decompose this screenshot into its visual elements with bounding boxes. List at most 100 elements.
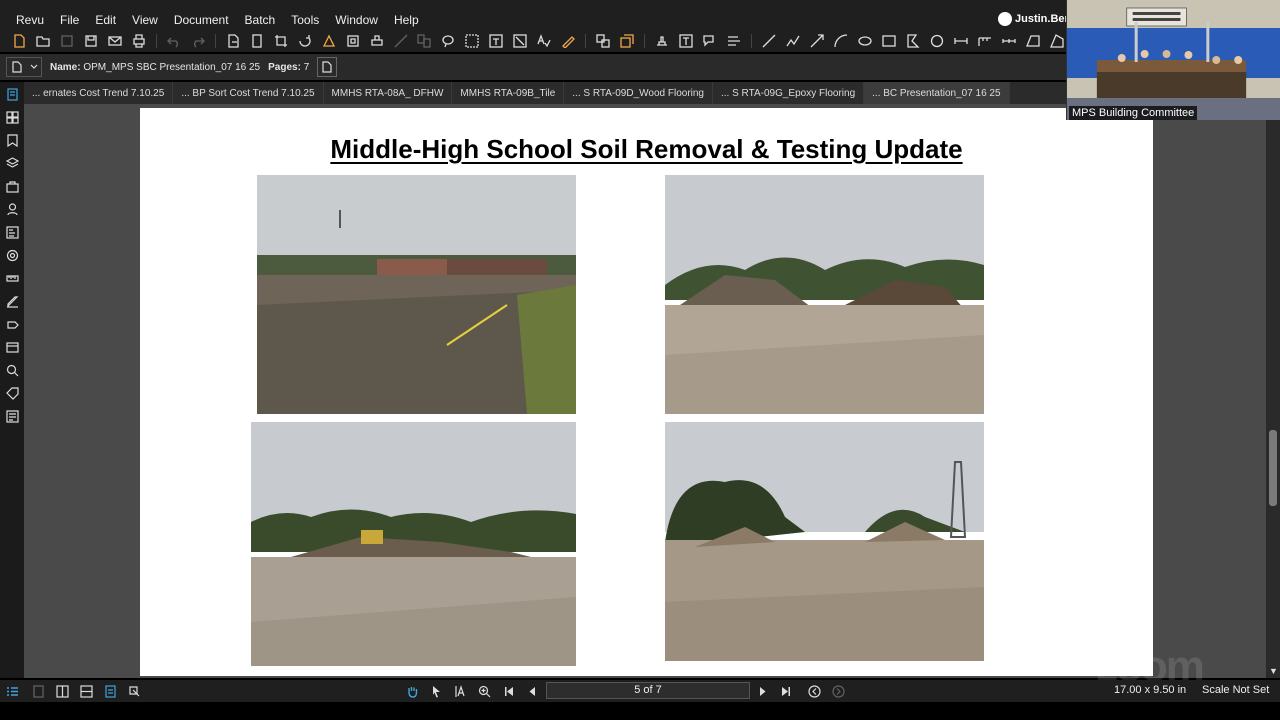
tab-alternates-cost-trend[interactable]: ... ernates Cost Trend 7.10.25	[24, 82, 174, 104]
continuous-icon[interactable]	[76, 682, 96, 700]
snapshot-icon[interactable]	[392, 32, 410, 50]
page-number-input[interactable]: 5 of 7	[546, 682, 750, 699]
save-icon[interactable]	[58, 32, 76, 50]
settings-icon[interactable]	[4, 247, 20, 264]
pan-tool-icon[interactable]	[402, 682, 422, 700]
tool-chest-icon[interactable]	[4, 178, 20, 195]
ellipse-icon[interactable]	[856, 32, 874, 50]
select-text-icon[interactable]	[487, 32, 505, 50]
arrow-icon[interactable]	[808, 32, 826, 50]
arc-icon[interactable]	[832, 32, 850, 50]
highlight-icon[interactable]	[559, 32, 577, 50]
compare-icon[interactable]	[416, 32, 434, 50]
markup-icon[interactable]	[320, 32, 338, 50]
line-icon[interactable]	[760, 32, 778, 50]
scroll-down-icon[interactable]: ▼	[1269, 666, 1278, 676]
stamp-tool-icon[interactable]	[653, 32, 671, 50]
zoom-tool-icon[interactable]	[474, 682, 494, 700]
forms-icon[interactable]	[4, 224, 20, 241]
menu-revu[interactable]: Revu	[8, 13, 52, 30]
crop-icon[interactable]	[272, 32, 290, 50]
print-icon[interactable]	[130, 32, 148, 50]
previous-page-icon[interactable]	[522, 682, 542, 700]
document-properties-button[interactable]	[317, 57, 338, 77]
rotate-icon[interactable]	[296, 32, 314, 50]
two-page-icon[interactable]	[52, 682, 72, 700]
menu-batch[interactable]: Batch	[237, 13, 284, 30]
layers-icon[interactable]	[4, 155, 20, 172]
tab-sbc-presentation[interactable]: ... BC Presentation_07 16 25	[864, 82, 1010, 104]
open-folder-icon[interactable]	[34, 32, 52, 50]
tab-rta-09g[interactable]: ... S RTA-09G_Epoxy Flooring	[713, 82, 865, 104]
properties-icon[interactable]	[4, 201, 20, 218]
search-icon[interactable]	[4, 362, 20, 379]
scrollbar-thumb[interactable]	[1269, 430, 1277, 506]
rectangle-icon[interactable]	[880, 32, 898, 50]
area-icon[interactable]	[1024, 32, 1042, 50]
polyline-icon[interactable]	[784, 32, 802, 50]
thumbnails-icon[interactable]	[4, 86, 20, 103]
text-box-icon[interactable]	[677, 32, 695, 50]
measure-icon[interactable]	[976, 32, 994, 50]
user-account[interactable]: Justin.Bern	[998, 12, 1076, 26]
page-icon[interactable]	[248, 32, 266, 50]
flatten-icon[interactable]	[344, 32, 362, 50]
email-icon[interactable]	[106, 32, 124, 50]
measurements-icon[interactable]	[4, 270, 20, 287]
perimeter-icon[interactable]	[1000, 32, 1018, 50]
save-as-icon[interactable]	[82, 32, 100, 50]
next-view-icon[interactable]	[828, 682, 848, 700]
callout-icon[interactable]	[701, 32, 719, 50]
document-menu-button[interactable]	[6, 57, 42, 77]
document-viewport[interactable]: Middle-High School Soil Removal & Testin…	[24, 104, 1266, 678]
sets-icon[interactable]	[4, 339, 20, 356]
redo-icon[interactable]	[189, 32, 207, 50]
bookmarks-icon[interactable]	[4, 132, 20, 149]
vertical-scrollbar[interactable]: ▼	[1266, 104, 1280, 678]
menu-window[interactable]: Window	[327, 13, 386, 30]
menu-help[interactable]: Help	[386, 13, 427, 30]
menu-file[interactable]: File	[52, 13, 87, 30]
select-tool-icon[interactable]	[426, 682, 446, 700]
links-icon[interactable]	[4, 316, 20, 333]
list-icon[interactable]	[2, 682, 22, 700]
undo-icon[interactable]	[165, 32, 183, 50]
next-page-icon[interactable]	[752, 682, 772, 700]
erase-content-icon[interactable]	[511, 32, 529, 50]
menu-tools[interactable]: Tools	[283, 13, 327, 30]
first-page-icon[interactable]	[498, 682, 518, 700]
volume-icon[interactable]	[1048, 32, 1066, 50]
grid-icon[interactable]	[4, 109, 20, 126]
export-icon[interactable]	[224, 32, 242, 50]
markups-list-icon[interactable]	[4, 408, 20, 425]
participant-video[interactable]	[1066, 0, 1280, 120]
menu-document[interactable]: Document	[166, 13, 237, 30]
sync-view-icon[interactable]	[100, 682, 120, 700]
single-page-icon[interactable]	[28, 682, 48, 700]
layer-icon[interactable]	[618, 32, 636, 50]
spell-check-icon[interactable]	[535, 32, 553, 50]
tab-bp-sort-cost-trend[interactable]: ... BP Sort Cost Trend 7.10.25	[173, 82, 324, 104]
last-page-icon[interactable]	[776, 682, 796, 700]
previous-view-icon[interactable]	[804, 682, 824, 700]
tab-rta-09d[interactable]: ... S RTA-09D_Wood Flooring	[564, 82, 713, 104]
split-view-icon[interactable]	[124, 682, 144, 700]
new-document-icon[interactable]	[10, 32, 28, 50]
stamp-icon[interactable]	[368, 32, 386, 50]
note-icon[interactable]	[725, 32, 743, 50]
scale-status[interactable]: Scale Not Set	[1202, 684, 1269, 696]
tab-rta-09b[interactable]: MMHS RTA-09B_Tile	[452, 82, 565, 104]
toolbar-separator	[751, 34, 753, 48]
cloud-icon[interactable]	[928, 32, 946, 50]
studio-icon[interactable]	[4, 385, 20, 402]
select-area-icon[interactable]	[463, 32, 481, 50]
dimension-icon[interactable]	[952, 32, 970, 50]
menu-edit[interactable]: Edit	[87, 13, 124, 30]
lasso-icon[interactable]	[439, 32, 457, 50]
signatures-icon[interactable]	[4, 293, 20, 310]
text-select-icon[interactable]	[450, 682, 470, 700]
group-icon[interactable]	[594, 32, 612, 50]
tab-rta-08a[interactable]: MMHS RTA-08A_ DFHW	[324, 82, 453, 104]
polygon-icon[interactable]	[904, 32, 922, 50]
menu-view[interactable]: View	[124, 13, 166, 30]
